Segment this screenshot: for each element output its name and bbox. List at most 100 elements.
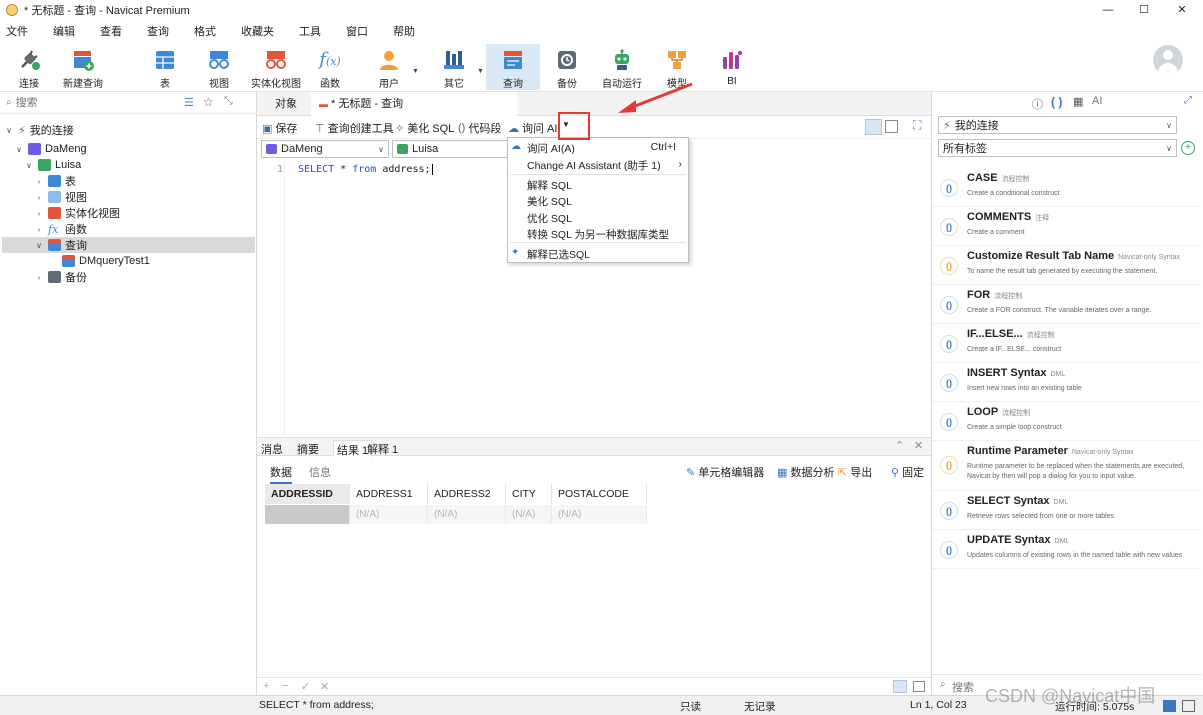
code-snippet-button[interactable]: () 代码段 [458, 120, 501, 136]
tab-untitled-query[interactable]: ▬ * 无标题 - 查询 [311, 92, 517, 116]
snippet-item[interactable]: () Runtime Parameter Navicat-only Syntax Ru… [932, 441, 1202, 491]
menu-tools[interactable]: 工具 [299, 23, 321, 39]
query-builder-button[interactable]: ⊤ 查询创建工具 [315, 120, 394, 136]
navigation-search-input[interactable] [15, 96, 166, 109]
menu-view[interactable]: 查看 [100, 23, 122, 39]
collapsed-arrow-icon[interactable]: › [34, 209, 44, 218]
add-snippet-icon[interactable]: + [1181, 141, 1195, 155]
menu-file[interactable]: 文件 [6, 23, 28, 39]
snippet-search-input[interactable]: 搜索 [952, 679, 974, 695]
menu-window[interactable]: 窗口 [346, 23, 368, 39]
save-button[interactable]: ▣ 保存 [262, 120, 297, 136]
expand-arrow-icon[interactable]: ∨ [34, 241, 44, 250]
menu-item-beautify-sql[interactable]: 美化 SQL [508, 192, 688, 208]
filter-icon[interactable]: ☰ [184, 96, 194, 109]
snippet-braces-icon[interactable]: ( ) [1051, 95, 1062, 109]
export-button[interactable]: ⇱ 导出 [838, 464, 872, 480]
snippet-item[interactable]: () LOOP 流程控制 Create a simple loop construct [932, 402, 1202, 441]
tree-connection-dameng[interactable]: ∨ DaMeng [14, 141, 87, 157]
snippet-item[interactable]: () CASE 流程控制 Create a conditional construct [932, 168, 1202, 207]
query-button[interactable]: 查询 [486, 44, 540, 90]
grid-cell[interactable] [265, 505, 350, 524]
connect-button[interactable]: 连接 [8, 44, 50, 90]
column-header[interactable]: ADDRESSID [265, 484, 350, 504]
other-dropdown-caret-icon[interactable]: ▼ [477, 68, 484, 75]
collapsed-arrow-icon[interactable]: › [34, 273, 44, 282]
fullscreen-icon[interactable]: ⛶ [913, 118, 921, 133]
schema-select[interactable]: Luisa [392, 140, 508, 158]
snippet-item[interactable]: () COMMENTS 注释 Create a comment [932, 207, 1202, 246]
snippet-item[interactable]: () UPDATE Syntax DML Updates columns of exi… [932, 530, 1202, 569]
data-analysis-button[interactable]: ▦ 数据分析 [777, 464, 834, 480]
collapse-icon[interactable]: ⤡ [224, 95, 233, 108]
collapsed-arrow-icon[interactable]: › [34, 193, 44, 202]
grid-cell[interactable]: (N/A) [350, 505, 428, 524]
menu-item-change-ai-assistant[interactable]: Change AI Assistant (助手 1) › [508, 156, 688, 172]
collapsed-arrow-icon[interactable]: › [34, 225, 44, 234]
snippet-tag-select[interactable]: 所有标签 ∨ [938, 139, 1177, 157]
star-icon[interactable]: ☆ [203, 95, 214, 109]
tree-node-materialized-views[interactable]: › 实体化视图 [34, 205, 120, 221]
layout-panel-icon[interactable] [1163, 700, 1176, 712]
snippet-item[interactable]: () FOR 流程控制 Create a FOR construct. The var… [932, 285, 1202, 324]
maximize-button[interactable]: ☐ [1134, 2, 1154, 18]
table-button[interactable]: 表 [148, 44, 182, 90]
menu-help[interactable]: 帮助 [393, 23, 415, 39]
snippet-connection-select[interactable]: ⚡ 我的连接 ∨ [938, 116, 1177, 134]
snippet-item[interactable]: () Customize Result Tab Name Navicat-only … [932, 246, 1202, 285]
grid-icon[interactable]: ▦ [1073, 95, 1083, 108]
grid-cell[interactable]: (N/A) [506, 505, 552, 524]
add-row-button[interactable]: + [263, 680, 269, 692]
grid-cell[interactable]: (N/A) [552, 505, 647, 524]
sql-code-line[interactable]: SELECT * from address; [298, 164, 433, 175]
menu-item-optimize-sql[interactable]: 优化 SQL [508, 209, 688, 225]
tab-messages[interactable]: 消息 [261, 441, 283, 457]
connection-select[interactable]: DaMeng ∨ [261, 140, 389, 158]
snippet-item[interactable]: () IF...ELSE... 流程控制 Create a IF...ELSE... … [932, 324, 1202, 363]
function-button[interactable]: f(x) 函数 [313, 44, 347, 90]
split-vertical-icon[interactable] [885, 120, 898, 133]
split-horizontal-icon[interactable] [865, 119, 882, 135]
menu-item-convert-sql[interactable]: 转换 SQL 为另一种数据库类型 [508, 225, 688, 241]
discard-changes-button[interactable]: ✕ [320, 680, 329, 693]
collapse-panel-icon[interactable]: ⌃ [895, 439, 904, 452]
close-window-button[interactable]: ✕ [1172, 2, 1192, 18]
minimize-button[interactable]: — [1098, 2, 1118, 18]
tree-node-backups[interactable]: › 备份 [34, 269, 87, 285]
tab-summary[interactable]: 摘要 [297, 441, 319, 457]
materialized-view-button[interactable]: 实体化视图 [248, 44, 304, 90]
ask-ai-button[interactable]: ☁ 询问 AI [508, 120, 557, 136]
column-header[interactable]: ADDRESS2 [428, 484, 506, 504]
tree-node-views[interactable]: › 视图 [34, 189, 87, 205]
other-button[interactable]: 其它 [436, 44, 472, 90]
collapsed-arrow-icon[interactable]: › [34, 177, 44, 186]
layout-split-icon[interactable] [1182, 700, 1195, 712]
snippet-item[interactable]: () INSERT Syntax DML Insert new rows into a… [932, 363, 1202, 402]
expand-arrow-icon[interactable]: ∨ [24, 161, 34, 170]
grid-view-icon[interactable] [893, 680, 907, 693]
tree-root-my-connections[interactable]: ∨ ⚡ 我的连接 [4, 122, 74, 138]
user-button[interactable]: 用户 [371, 44, 407, 90]
tree-schema-luisa[interactable]: ∨ Luisa [24, 157, 81, 173]
snippet-item[interactable]: () SELECT Syntax DML Retrieve rows selected… [932, 491, 1202, 530]
subtab-data[interactable]: 数据 [270, 464, 292, 484]
user-avatar[interactable] [1153, 45, 1183, 75]
expand-pane-icon[interactable]: ⤢ [1184, 95, 1192, 106]
tree-query-dmquerytest1[interactable]: DMqueryTest1 [58, 253, 150, 269]
grid-cell[interactable]: (N/A) [428, 505, 506, 524]
tree-node-tables[interactable]: › 表 [34, 173, 76, 189]
column-header[interactable]: CITY [506, 484, 552, 504]
menu-item-ask-ai[interactable]: ☁ 询问 AI(A) Ctrl+I [508, 139, 688, 155]
tab-objects[interactable]: 对象 [267, 92, 305, 116]
close-panel-icon[interactable]: ✕ [914, 439, 923, 452]
view-button[interactable]: 视图 [202, 44, 236, 90]
menu-item-explain-selected-sql[interactable]: ✦ 解释已选SQL [508, 245, 688, 261]
column-header[interactable]: ADDRESS1 [350, 484, 428, 504]
column-header[interactable]: POSTALCODE [552, 484, 647, 504]
cell-editor-button[interactable]: ✎ 单元格编辑器 [686, 464, 764, 480]
pin-button[interactable]: ⚲ 固定 [891, 464, 924, 480]
tab-explain-1[interactable]: 解释 1 [367, 441, 398, 457]
bi-button[interactable]: BI [715, 44, 749, 90]
new-query-button[interactable]: 新建查询 [60, 44, 106, 90]
form-view-icon[interactable] [913, 681, 925, 692]
